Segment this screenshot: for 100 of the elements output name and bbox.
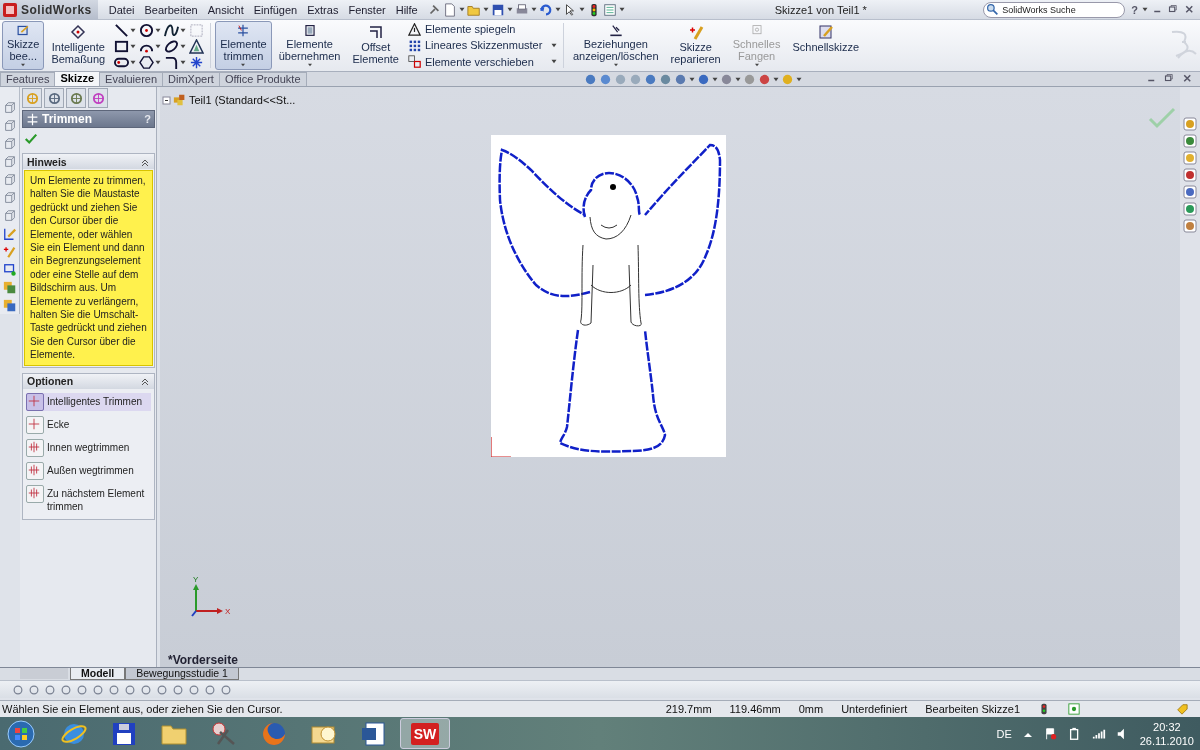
properties-tab[interactable] — [44, 88, 64, 108]
close-icon[interactable] — [1182, 73, 1194, 85]
layers-icon[interactable] — [2, 281, 17, 295]
menu-item[interactable]: Extras — [302, 3, 344, 16]
sketch-pencil-icon[interactable] — [2, 227, 17, 241]
triangle-tool-icon[interactable] — [189, 39, 205, 54]
dimension-icon[interactable] — [70, 24, 87, 40]
warning-triangle-icon[interactable] — [407, 22, 421, 36]
ribbon-button[interactable]: Skizze reparieren — [665, 21, 726, 70]
close-icon[interactable] — [1184, 3, 1196, 16]
clock-date[interactable]: 26.11.2010 — [1139, 733, 1194, 748]
rectangle-tool-icon[interactable] — [114, 39, 130, 54]
command-tab[interactable]: Features — [0, 72, 56, 86]
caret-icon[interactable] — [155, 28, 162, 33]
offset-icon[interactable] — [367, 24, 384, 40]
configuration-tab[interactable] — [66, 88, 86, 108]
ribbon-button[interactable]: Intelligente Bemaßung — [46, 21, 111, 70]
collapse-icon[interactable] — [140, 376, 150, 387]
search-field[interactable]: SolidWorks Suche — [983, 1, 1126, 18]
caret-icon[interactable] — [688, 76, 695, 82]
menu-item[interactable]: Einfügen — [248, 3, 303, 16]
repair-icon[interactable] — [2, 245, 17, 259]
ribbon-button[interactable]: Skizze bee... — [2, 21, 45, 70]
relations-icon[interactable] — [607, 24, 624, 37]
caret-icon[interactable] — [20, 62, 27, 67]
command-tab[interactable]: Evaluieren — [99, 72, 164, 86]
caret-icon[interactable] — [180, 60, 187, 65]
ribbon-button[interactable]: Elemente übernehmen — [273, 21, 346, 70]
caret-icon[interactable] — [711, 76, 718, 82]
caret-icon[interactable] — [795, 76, 802, 82]
confirm-check-icon[interactable] — [24, 132, 38, 146]
option-item[interactable]: Intelligentes Trimmen — [26, 392, 151, 411]
new-document-icon[interactable] — [442, 2, 457, 17]
caret-icon[interactable] — [180, 44, 187, 49]
confirm-check-icon[interactable] — [1148, 105, 1176, 129]
caret-icon[interactable] — [618, 7, 625, 12]
caret-icon[interactable] — [155, 60, 162, 65]
option-item[interactable]: Außen wegtrimmen — [26, 461, 151, 480]
relations-icon[interactable] — [2, 263, 17, 277]
caret-icon[interactable] — [130, 28, 137, 33]
caret-icon[interactable] — [306, 62, 313, 67]
ribbon-button[interactable]: Schnellskizze — [787, 21, 865, 70]
undo-icon[interactable] — [538, 2, 553, 17]
command-tab[interactable]: Skizze — [54, 71, 101, 86]
repair-icon[interactable] — [687, 24, 704, 40]
caret-icon[interactable] — [1142, 7, 1148, 12]
caret-icon[interactable] — [772, 76, 779, 82]
flag-icon[interactable] — [1043, 726, 1058, 741]
menu-item[interactable]: Ansicht — [202, 3, 249, 16]
traffic-light-icon[interactable] — [1038, 703, 1050, 715]
save-icon[interactable] — [490, 2, 505, 17]
print-icon[interactable] — [514, 2, 529, 17]
caret-icon[interactable] — [506, 7, 513, 12]
caret-icon[interactable] — [240, 62, 247, 67]
caret-icon[interactable] — [130, 60, 137, 65]
model-tab[interactable]: Modell — [70, 668, 126, 680]
caret-icon[interactable] — [180, 28, 187, 33]
option-item[interactable]: Ecke — [26, 415, 151, 434]
caret-icon[interactable] — [482, 7, 489, 12]
caret-icon[interactable] — [578, 7, 585, 12]
layers-icon[interactable] — [2, 299, 17, 313]
quick-sketch-icon[interactable] — [817, 24, 834, 40]
expand-icon[interactable] — [162, 95, 171, 105]
ribbon-command[interactable]: Lineares Skizzenmuster — [424, 39, 547, 52]
caret-icon[interactable] — [130, 44, 137, 49]
crosshair-tab[interactable] — [88, 88, 108, 108]
caret-icon[interactable] — [530, 7, 537, 12]
command-tab[interactable]: Office Produkte — [218, 72, 307, 86]
ribbon-button[interactable]: Elemente trimmen — [215, 21, 272, 70]
caret-icon[interactable] — [458, 7, 465, 12]
language-indicator[interactable]: DE — [996, 727, 1012, 740]
start-orb-icon[interactable] — [6, 718, 36, 749]
caret-icon[interactable] — [550, 43, 557, 48]
option-item[interactable]: Zu nächstem Element trimmen — [26, 484, 151, 513]
help-icon[interactable] — [1068, 703, 1080, 715]
caret-icon[interactable] — [550, 59, 557, 65]
menu-item[interactable]: Bearbeiten — [139, 3, 203, 16]
solidworks-app-icon[interactable]: SW — [410, 722, 440, 745]
ribbon-command[interactable]: Elemente verschieben — [424, 55, 547, 68]
menu-item[interactable]: Fenster — [343, 3, 391, 16]
caret-icon[interactable] — [734, 76, 741, 82]
tree-item[interactable]: Teil1 (Standard<<St... — [189, 94, 296, 106]
caret-icon[interactable] — [554, 7, 561, 12]
ribbon-button[interactable]: Beziehungen anzeigen/löschen — [567, 21, 664, 70]
model-tab[interactable]: Bewegungsstudie 1 — [125, 668, 239, 680]
ribbon-command[interactable]: Elemente spiegeln — [424, 23, 547, 36]
spline-tool-icon[interactable] — [164, 23, 180, 38]
caret-icon[interactable] — [155, 44, 162, 49]
slot-tool-icon[interactable] — [114, 55, 130, 70]
dot-grid-icon[interactable] — [407, 39, 421, 52]
help-button[interactable]: ? — [1131, 3, 1138, 16]
caret-icon[interactable] — [612, 62, 619, 67]
command-tab[interactable]: DimXpert — [162, 72, 220, 86]
ribbon-button[interactable]: Offset Elemente — [347, 21, 404, 70]
menu-item[interactable]: Hilfe — [390, 3, 423, 16]
option-item[interactable]: Innen wegtrimmen — [26, 438, 151, 457]
ellipse-tool-icon[interactable] — [164, 39, 180, 54]
move-icon[interactable] — [407, 55, 421, 69]
menu-item[interactable]: Datei — [103, 3, 140, 16]
taskbar-button[interactable]: SW — [400, 718, 450, 749]
